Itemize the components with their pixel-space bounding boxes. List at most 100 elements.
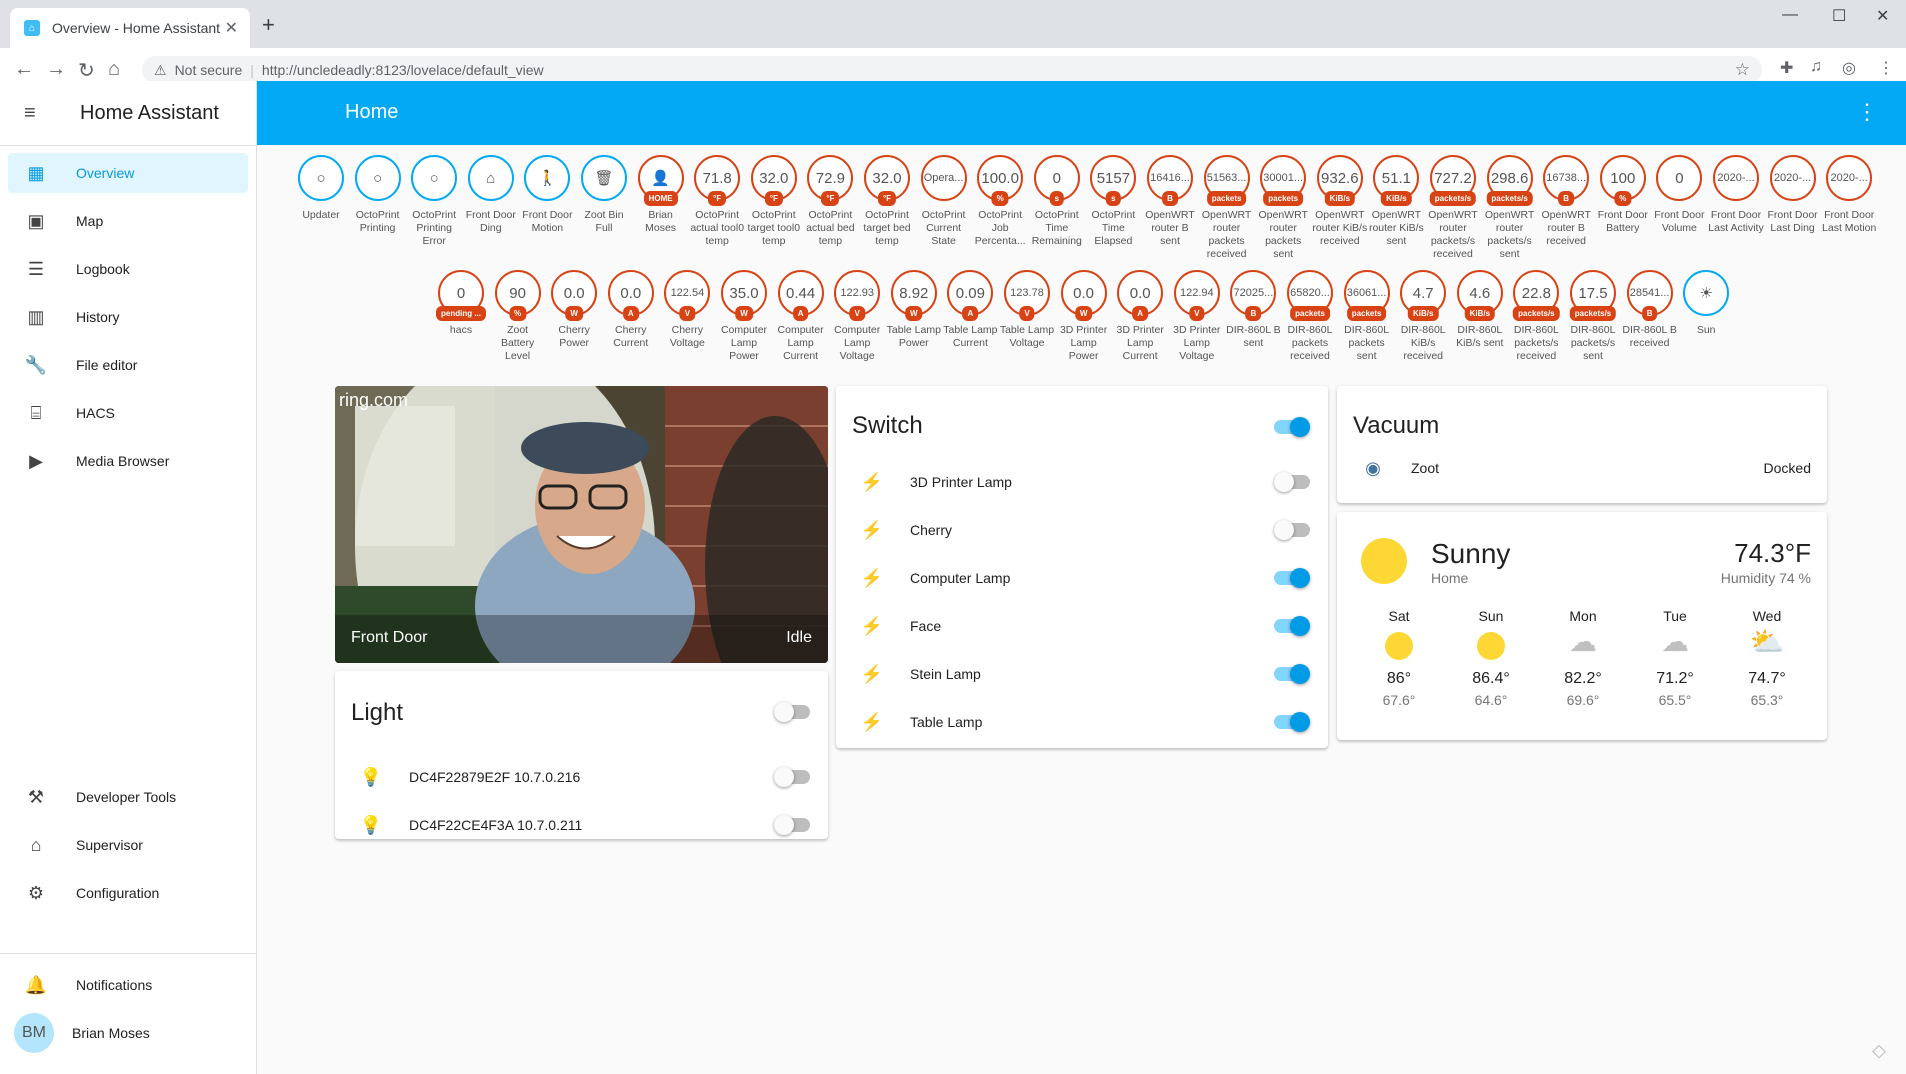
badge[interactable]: 0 Front Door Volume [1651,155,1707,235]
switch-row[interactable]: ⚡ Stein Lamp [836,650,1328,698]
badge[interactable]: 0.0 A 3D Printer Lamp Current [1112,270,1168,363]
sidebar-item-profile[interactable]: BM Brian Moses [8,1013,248,1053]
switch-row[interactable]: ⚡ Table Lamp [836,698,1328,746]
window-close-icon[interactable]: ✕ [1876,6,1889,26]
badge[interactable]: 2020-... Front Door Last Ding [1765,155,1821,235]
sidebar-item-logbook[interactable]: ☰ Logbook [8,249,248,289]
sidebar-item-developer-tools[interactable]: ⚒ Developer Tools [8,777,248,817]
sidebar-item-configuration[interactable]: ⚙ Configuration [8,873,248,913]
badge[interactable]: 0.09 A Table Lamp Current [942,270,998,350]
badge[interactable]: 727.2 packets/s OpenWRT router packets/s r… [1425,155,1481,261]
badge[interactable]: 51563... packets OpenWRT router packets re… [1199,155,1255,261]
badge[interactable]: 0.44 A Computer Lamp Current [773,270,829,363]
tab-close-icon[interactable]: ✕ [225,18,238,38]
badge[interactable]: 30001... packets OpenWRT router packets se… [1255,155,1311,261]
badge[interactable]: 298.6 packets/s OpenWRT router packets/s s… [1482,155,1538,261]
sidebar-item-map[interactable]: ▣ Map [8,201,248,241]
badge[interactable]: 51.1 KiB/s OpenWRT router KiB/s sent [1368,155,1424,248]
switch-toggle[interactable] [1274,520,1310,540]
badge[interactable]: 28541... B DIR-860L B received [1622,270,1678,350]
badge[interactable]: 2020-... Front Door Last Activity [1708,155,1764,235]
light-row[interactable]: 💡 DC4F22CE4F3A 10.7.0.211 [335,801,828,849]
light-toggle[interactable] [774,815,810,835]
light-row[interactable]: 💡 DC4F22879E2F 10.7.0.216 [335,753,828,801]
badge[interactable]: 🗑 Zoot Bin Full [576,155,632,235]
badge[interactable]: 0 pending ... hacs [433,270,489,337]
minimize-icon[interactable]: — [1782,6,1798,24]
badge[interactable]: 0 s OctoPrint Time Remaining [1029,155,1085,248]
badge[interactable]: 36061... packets DIR-860L packets sent [1339,270,1395,363]
light-group-toggle[interactable] [774,702,810,722]
maximize-icon[interactable]: ☐ [1832,6,1846,26]
badge[interactable]: 122.94 V 3D Printer Lamp Voltage [1169,270,1225,363]
badge[interactable]: ○ Updater [293,155,349,222]
sidebar-item-overview[interactable]: ▦ Overview [8,153,248,193]
badge[interactable]: 100% Front Door Battery [1595,155,1651,235]
badge[interactable]: 8.92 W Table Lamp Power [886,270,942,350]
media-control-icon[interactable]: ♫ [1810,58,1822,76]
sidebar-item-hacs[interactable]: ⌸ HACS [8,393,248,433]
reload-icon[interactable]: ↻ [78,58,95,83]
badge[interactable]: 4.7 KiB/s DIR-860L KiB/s received [1395,270,1451,363]
switch-row[interactable]: ⚡ Face [836,602,1328,650]
sidebar-item-supervisor[interactable]: ⌂ Supervisor [8,825,248,865]
browser-menu-icon[interactable]: ⋮ [1878,58,1894,78]
badge[interactable]: 72025... B DIR-860L B sent [1225,270,1281,350]
extensions-icon[interactable]: ✚ [1780,58,1793,78]
badge[interactable]: 4.6 KiB/s DIR-860L KiB/s sent [1452,270,1508,350]
badge[interactable]: 90% Zoot Battery Level [490,270,546,363]
light-toggle[interactable] [774,767,810,787]
badge[interactable]: ○ OctoPrint Printing [350,155,406,235]
badge[interactable]: ⌂ Front Door Ding [463,155,519,235]
switch-row[interactable]: ⚡ Computer Lamp [836,554,1328,602]
badge[interactable]: 17.5 packets/s DIR-860L packets/s sent [1565,270,1621,363]
badge[interactable]: 16738... B OpenWRT router B received [1538,155,1594,248]
badge[interactable]: 16416... B OpenWRT router B sent [1142,155,1198,248]
badge[interactable]: 123.78 V Table Lamp Voltage [999,270,1055,350]
switch-toggle[interactable] [1274,616,1310,636]
menu-toggle-icon[interactable]: ≡ [24,102,48,125]
badge[interactable]: 2020-... Front Door Last Motion [1821,155,1877,235]
sidebar-item-media-browser[interactable]: ▶ Media Browser [8,441,248,481]
badge[interactable]: 71.8 °F OctoPrint actual tool0 temp [689,155,745,248]
badge[interactable]: 0.0 A Cherry Current [603,270,659,350]
badge[interactable]: 35.0 W Computer Lamp Power [716,270,772,363]
switch-toggle[interactable] [1274,712,1310,732]
badge[interactable]: 100.0% OctoPrint Job Percenta... [972,155,1028,248]
switch-toggle[interactable] [1274,472,1310,492]
switch-group-toggle[interactable] [1274,417,1310,437]
home-icon[interactable]: ⌂ [108,58,120,81]
url-field[interactable]: ⚠ Not secure | http://uncledeadly:8123/l… [142,56,1762,84]
badge[interactable]: 32.0 °F OctoPrint target tool0 temp [746,155,802,248]
badge[interactable]: 32.0 °F OctoPrint target bed temp [859,155,915,248]
badge[interactable]: Opera... OctoPrint Current State [916,155,972,248]
badge[interactable]: 0.0 W 3D Printer Lamp Power [1056,270,1112,363]
badge[interactable]: 65820... packets DIR-860L packets received [1282,270,1338,363]
sidebar-item-notifications[interactable]: 🔔 Notifications [8,965,248,1005]
sidebar-item-file-editor[interactable]: 🔧 File editor [8,345,248,385]
browser-tab[interactable]: ⌂ Overview - Home Assistant ✕ [10,8,250,48]
profile-icon[interactable]: ◎ [1842,58,1856,78]
badge[interactable]: 🚶 Front Door Motion [519,155,575,235]
switch-row[interactable]: ⚡ 3D Printer Lamp [836,458,1328,506]
switch-row[interactable]: ⚡ Cherry [836,506,1328,554]
new-tab-icon[interactable]: + [262,12,275,38]
camera-card[interactable]: ring.com Front Door Idle [335,386,828,663]
badge[interactable]: 22.8 packets/s DIR-860L packets/s received [1508,270,1564,363]
more-options-icon[interactable]: ⋮ [1856,99,1878,125]
badge[interactable]: ☀ Sun [1678,270,1734,337]
back-icon[interactable]: ← [14,58,34,81]
vacuum-row[interactable]: ◉ Zoot Docked [1337,444,1827,492]
bookmark-star-icon[interactable]: ☆ [1735,60,1750,80]
badge[interactable]: 122.54 V Cherry Voltage [659,270,715,350]
forward-icon[interactable]: → [46,58,66,81]
switch-toggle[interactable] [1274,568,1310,588]
switch-toggle[interactable] [1274,664,1310,684]
badge[interactable]: 122.93 V Computer Lamp Voltage [829,270,885,363]
weather-card[interactable]: Sunny Home 74.3°F Humidity 74 % Sat 86° 67… [1337,512,1827,740]
badge[interactable]: 932.6 KiB/s OpenWRT router KiB/s received [1312,155,1368,248]
badge[interactable]: 72.9 °F OctoPrint actual bed temp [802,155,858,248]
badge[interactable]: 👤 HOME Brian Moses [633,155,689,235]
sidebar-item-history[interactable]: ▥ History [8,297,248,337]
badge[interactable]: ○ OctoPrint Printing Error [406,155,462,248]
